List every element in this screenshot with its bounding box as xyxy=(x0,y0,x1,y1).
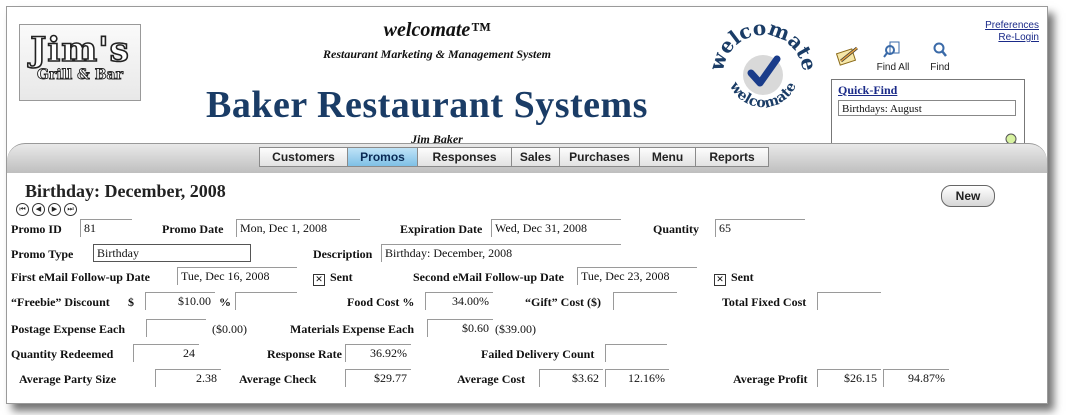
expiration-date-label: Expiration Date xyxy=(400,222,483,236)
freebie-discount-label: “Freebie” Discount xyxy=(11,295,110,309)
find-all-label: Find All xyxy=(876,62,910,73)
new-button[interactable]: New xyxy=(941,185,995,207)
quick-find-panel: Quick-Find Birthdays: August xyxy=(831,79,1025,153)
tab-customers[interactable]: Customers xyxy=(259,147,347,167)
quick-find-input[interactable]: Birthdays: August xyxy=(838,100,1016,116)
avg-profit-percent-field[interactable]: 94.87% xyxy=(883,369,949,387)
expiration-date-field[interactable]: Wed, Dec 31, 2008 xyxy=(491,219,621,237)
quick-find-title[interactable]: Quick-Find xyxy=(838,83,897,98)
second-sent-checkbox[interactable]: ✕ Sent xyxy=(714,270,754,286)
postage-total: ($0.00) xyxy=(212,322,247,336)
total-fixed-cost-label: Total Fixed Cost xyxy=(722,295,807,309)
tab-promos[interactable]: Promos xyxy=(347,147,417,167)
total-fixed-cost-field[interactable] xyxy=(817,292,881,310)
first-record-icon[interactable]: ⏮ xyxy=(16,203,29,216)
avg-party-size-field[interactable]: 2.38 xyxy=(155,369,221,387)
preferences-link[interactable]: Preferences xyxy=(985,20,1039,32)
avg-check-label: Average Check xyxy=(239,372,317,386)
logo-line2: Grill & Bar xyxy=(37,67,124,84)
description-field[interactable]: Birthday: December, 2008 xyxy=(381,244,621,262)
pencil-notepad-icon[interactable] xyxy=(835,45,861,70)
prev-record-icon[interactable]: ◀ xyxy=(32,203,45,216)
first-followup-label: First eMail Follow-up Date xyxy=(11,270,150,284)
checkbox-checked-icon: ✕ xyxy=(313,274,325,286)
find-button[interactable]: Find xyxy=(925,41,955,73)
find-label: Find xyxy=(930,62,950,73)
quantity-field[interactable]: 65 xyxy=(715,219,805,237)
materials-each-field[interactable]: $0.60 xyxy=(427,319,493,337)
product-subtitle: Restaurant Marketing & Management System xyxy=(322,47,552,61)
tab-menu[interactable]: Menu xyxy=(639,147,695,167)
promo-type-dropdown[interactable]: Birthday xyxy=(93,244,251,262)
avg-cost-label: Average Cost xyxy=(457,372,526,386)
second-followup-field[interactable]: Tue, Dec 23, 2008 xyxy=(577,267,697,285)
next-record-icon[interactable]: ▶ xyxy=(48,203,61,216)
tab-reports[interactable]: Reports xyxy=(695,147,769,167)
freebie-discount-field[interactable]: $10.00 xyxy=(145,292,215,310)
find-all-icon xyxy=(883,41,900,58)
promo-date-field[interactable]: Mon, Dec 1, 2008 xyxy=(236,219,360,237)
avg-profit-label: Average Profit xyxy=(733,372,808,386)
freebie-percent-field[interactable] xyxy=(235,292,297,310)
food-cost-field[interactable]: 34.00% xyxy=(425,292,493,310)
last-record-icon[interactable]: ⏭ xyxy=(64,203,77,216)
failed-delivery-field[interactable] xyxy=(605,344,667,362)
promo-id-field[interactable]: 81 xyxy=(80,219,132,237)
materials-total: ($39.00) xyxy=(495,322,536,336)
product-title: welcomate™ xyxy=(383,19,491,41)
avg-cost-percent-field[interactable]: 12.16% xyxy=(605,369,669,387)
failed-delivery-label: Failed Delivery Count xyxy=(481,347,595,361)
postage-each-label: Postage Expense Each xyxy=(11,322,125,336)
description-label: Description xyxy=(313,247,373,261)
find-all-button[interactable]: Find All xyxy=(873,41,913,73)
postage-each-field[interactable] xyxy=(146,319,206,337)
header: Jim's Grill & Bar welcomate™ Restaurant … xyxy=(7,7,1047,157)
materials-each-label: Materials Expense Each xyxy=(290,322,414,336)
second-followup-label: Second eMail Follow-up Date xyxy=(413,270,564,284)
welcomate-seal-logo: welcomate welcomate xyxy=(707,16,819,112)
second-sent-label: Sent xyxy=(731,270,754,284)
promo-record: Birthday: December, 2008 ⏮ ◀ ▶ ⏭ New Pro… xyxy=(7,173,1047,403)
company-name: Baker Restaurant Systems xyxy=(206,84,648,126)
relogin-link[interactable]: Re-Login xyxy=(985,32,1039,44)
promo-date-label: Promo Date xyxy=(162,222,224,236)
first-followup-field[interactable]: Tue, Dec 16, 2008 xyxy=(177,267,297,285)
percent-label: % xyxy=(219,295,231,309)
tab-purchases[interactable]: Purchases xyxy=(559,147,639,167)
response-rate-label: Response Rate xyxy=(267,347,342,361)
header-links: Preferences Re-Login xyxy=(985,20,1039,44)
dollar-label: $ xyxy=(128,295,134,309)
promo-id-label: Promo ID xyxy=(11,222,62,236)
avg-cost-field[interactable]: $3.62 xyxy=(539,369,603,387)
logo-line1: Jim's xyxy=(29,30,130,70)
record-title: Birthday: December, 2008 xyxy=(25,181,226,201)
restaurant-logo: Jim's Grill & Bar xyxy=(19,24,141,101)
quantity-redeemed-label: Quantity Redeemed xyxy=(11,347,114,361)
checkbox-checked-icon: ✕ xyxy=(714,274,726,286)
find-icon xyxy=(933,42,947,57)
gift-cost-field[interactable] xyxy=(613,292,677,310)
quantity-redeemed-field[interactable]: 24 xyxy=(133,344,199,362)
avg-party-size-label: Average Party Size xyxy=(19,372,117,386)
gift-cost-label: “Gift” Cost ($) xyxy=(525,295,601,309)
food-cost-label: Food Cost % xyxy=(347,295,415,309)
tab-responses[interactable]: Responses xyxy=(417,147,511,167)
tab-sales[interactable]: Sales xyxy=(511,147,559,167)
promo-type-label: Promo Type xyxy=(11,247,74,261)
avg-profit-field[interactable]: $26.15 xyxy=(817,369,881,387)
first-sent-checkbox[interactable]: ✕ Sent xyxy=(313,270,353,286)
response-rate-field[interactable]: 36.92% xyxy=(345,344,411,362)
first-sent-label: Sent xyxy=(330,270,353,284)
app-window: Jim's Grill & Bar welcomate™ Restaurant … xyxy=(6,6,1048,404)
avg-check-field[interactable]: $29.77 xyxy=(345,369,411,387)
main-tabs: Customers Promos Responses Sales Purchas… xyxy=(259,147,769,167)
quantity-label: Quantity xyxy=(653,222,700,236)
record-navigation: ⏮ ◀ ▶ ⏭ xyxy=(16,203,77,216)
